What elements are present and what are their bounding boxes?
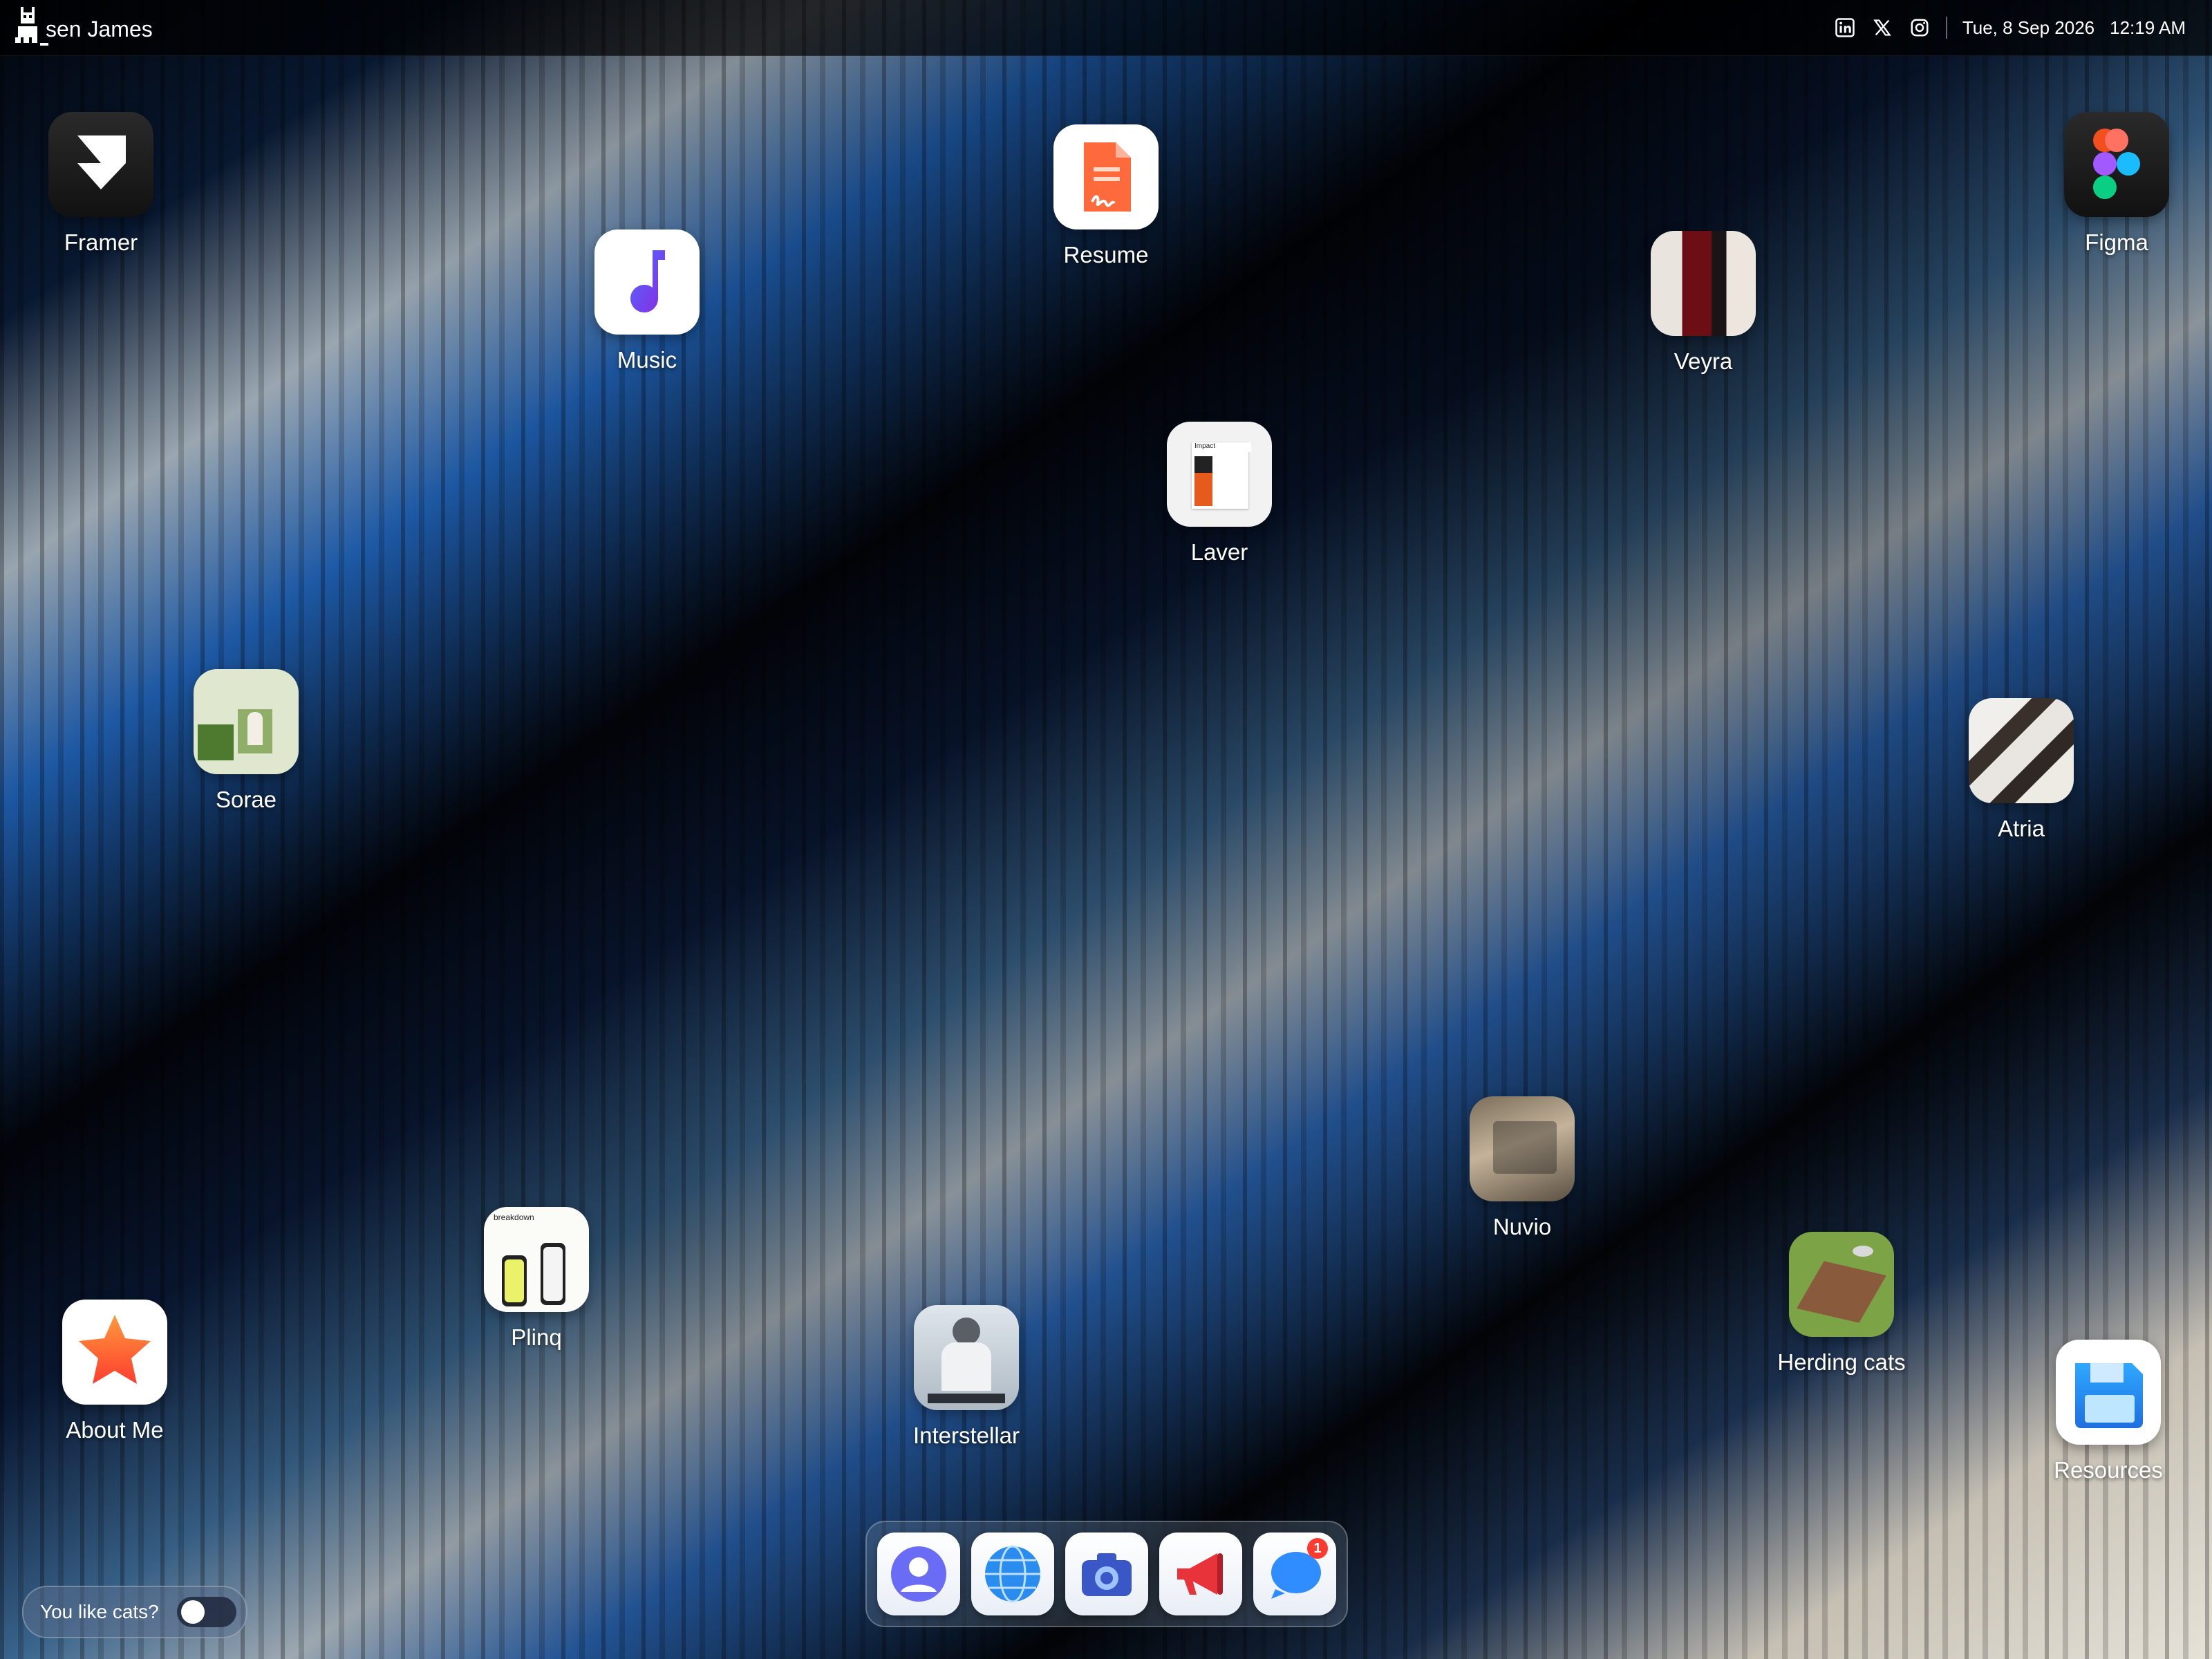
app-resume[interactable]: Resume (1023, 124, 1189, 268)
figma-logo-icon (2064, 112, 2169, 217)
app-atria[interactable]: Atria (1938, 698, 2104, 842)
app-resources[interactable]: Resources (2025, 1340, 2191, 1483)
brand[interactable]: sen James (15, 7, 153, 51)
app-interstellar[interactable]: Interstellar (883, 1305, 1049, 1449)
app-label: Atria (1998, 816, 2045, 841)
app-framer[interactable]: Framer (18, 112, 184, 256)
veyra-thumbnail (1651, 231, 1756, 336)
toggle-knob (181, 1600, 205, 1624)
app-figma[interactable]: Figma (2034, 112, 2200, 256)
app-herding-cats[interactable]: Herding cats (1759, 1232, 1924, 1376)
plinq-thumbnail: breakdown (484, 1207, 589, 1312)
divider (1945, 17, 1947, 39)
app-music[interactable]: Music (564, 229, 730, 373)
app-sorae[interactable]: Sorae (163, 669, 329, 813)
cats-toggle-switch[interactable] (177, 1597, 236, 1627)
cats-toggle-label: You like cats? (40, 1601, 159, 1622)
atria-thumbnail (1969, 698, 2074, 803)
nuvio-thumbnail (1470, 1096, 1575, 1201)
laver-thumbnail: Impact (1167, 422, 1272, 527)
app-laver[interactable]: Impact Laver (1136, 422, 1302, 565)
notification-badge: 1 (1307, 1538, 1328, 1559)
time-display: 12:19 AM (2110, 17, 2186, 38)
camera-icon[interactable] (1065, 1533, 1148, 1615)
plinq-thumb-title: breakdown (494, 1212, 534, 1222)
cats-toggle[interactable]: You like cats? (22, 1586, 247, 1638)
app-label: Herding cats (1777, 1349, 1906, 1375)
x-icon[interactable] (1871, 17, 1893, 39)
app-about-me[interactable]: About Me (32, 1300, 198, 1443)
framer-logo-icon (48, 112, 153, 217)
app-nuvio[interactable]: Nuvio (1439, 1096, 1605, 1240)
app-label: Laver (1190, 539, 1248, 565)
instagram-icon[interactable] (1909, 17, 1931, 39)
status-area: Tue, 8 Sep 2026 12:19 AM (1834, 0, 2186, 55)
messages-icon[interactable]: 1 (1253, 1533, 1336, 1615)
app-label: Plinq (511, 1324, 562, 1350)
app-label: Framer (64, 229, 138, 255)
app-veyra[interactable]: Veyra (1620, 231, 1786, 375)
app-label: Sorae (215, 787, 277, 812)
app-label: Veyra (1674, 348, 1733, 374)
globe-icon[interactable] (971, 1533, 1054, 1615)
app-label: Interstellar (912, 1423, 1020, 1448)
brand-name: sen James (46, 16, 153, 41)
app-label: Resources (2054, 1457, 2163, 1483)
app-label: About Me (66, 1417, 164, 1443)
laver-thumb-title: Impact (1192, 442, 1251, 452)
date-display: Tue, 8 Sep 2026 (1962, 17, 2095, 38)
megaphone-icon[interactable] (1159, 1533, 1242, 1615)
floppy-disk-icon (2056, 1340, 2161, 1445)
music-note-icon (594, 229, 700, 335)
app-label: Music (617, 347, 677, 373)
app-plinq[interactable]: breakdown Plinq (453, 1207, 619, 1351)
herding-cats-thumbnail (1789, 1232, 1894, 1337)
menu-bar: sen James Tue, 8 Sep 2026 12:19 AM (0, 0, 2212, 56)
interstellar-thumbnail (914, 1305, 1019, 1410)
dock: 1 (865, 1521, 1348, 1627)
sorae-thumbnail (194, 669, 299, 774)
document-icon (1053, 124, 1159, 229)
star-icon (62, 1300, 167, 1405)
app-label: Figma (2085, 229, 2148, 255)
app-label: Nuvio (1492, 1214, 1552, 1239)
contacts-icon[interactable] (877, 1533, 960, 1615)
app-label: Resume (1063, 242, 1149, 268)
linkedin-icon[interactable] (1834, 17, 1856, 39)
